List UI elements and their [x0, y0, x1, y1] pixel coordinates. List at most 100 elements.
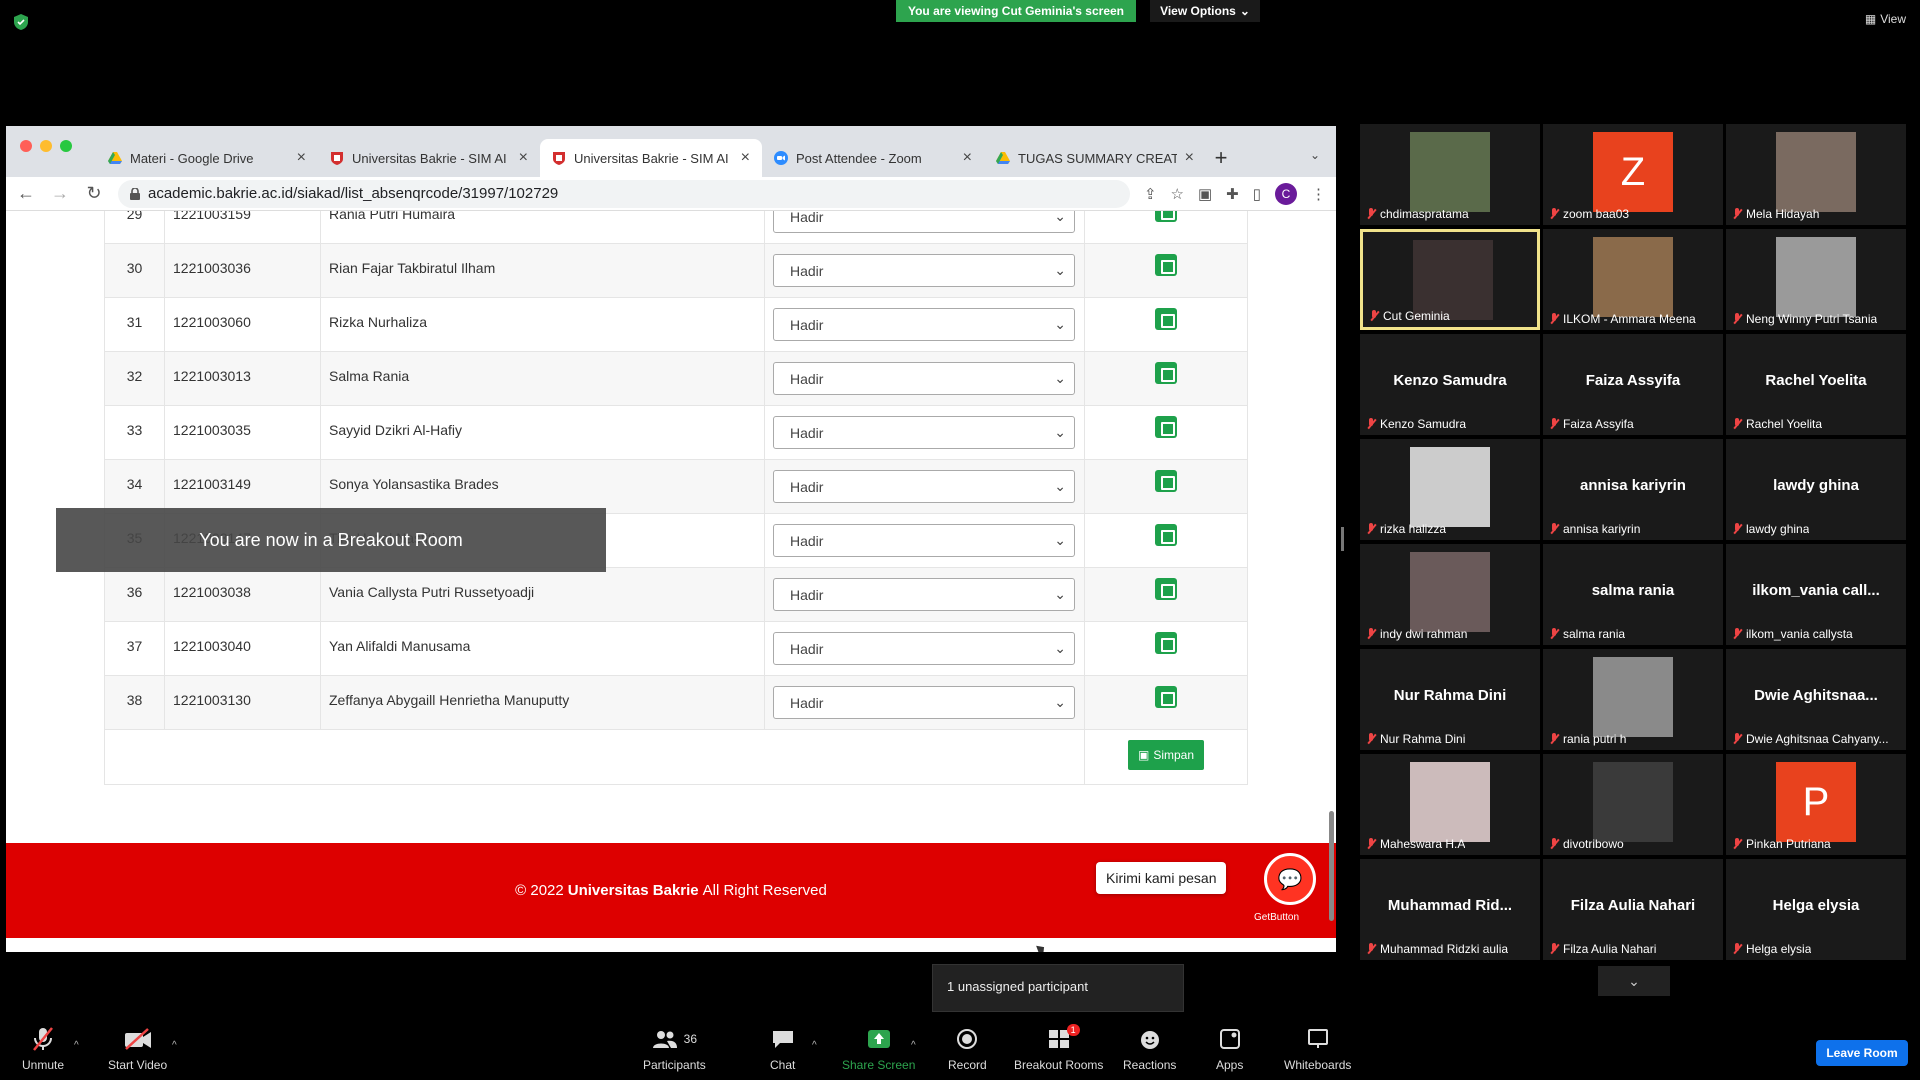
tab-tugas-summary[interactable]: TUGAS SUMMARY CREATI × — [984, 139, 1206, 177]
audio-options-caret-icon[interactable]: ^ — [74, 1040, 79, 1051]
maximize-window-button[interactable] — [60, 140, 72, 152]
participants-button[interactable]: 36 Participants — [643, 1026, 706, 1072]
attendance-status-select[interactable]: Hadir ⌄ — [773, 470, 1075, 503]
tab-search-chevron-icon[interactable]: ⌄ — [1310, 148, 1320, 162]
attendance-status-select[interactable]: Hadir ⌄ — [773, 416, 1075, 449]
chat-button[interactable]: Chat — [770, 1026, 795, 1072]
back-arrow-icon[interactable]: ← — [16, 183, 36, 204]
url-field[interactable]: academic.bakrie.ac.id/siakad/list_absenq… — [118, 179, 1130, 208]
tab-post-attendee-zoom[interactable]: Post Attendee - Zoom × — [762, 139, 984, 177]
camera-icon[interactable]: ▣ — [1198, 185, 1212, 203]
chat-widget-button[interactable]: 💬 — [1264, 853, 1316, 905]
participant-tile[interactable]: salma rania salma rania — [1543, 544, 1723, 645]
attendance-status-select[interactable]: Hadir ⌄ — [773, 362, 1075, 395]
gallery-next-page-button[interactable]: ⌄ — [1598, 966, 1670, 996]
reload-icon[interactable]: ↻ — [84, 183, 104, 204]
chat-tooltip[interactable]: Kirimi kami pesan — [1096, 862, 1227, 894]
page-scrollbar[interactable] — [1329, 811, 1334, 921]
participant-tile[interactable]: Maheswara H.A — [1360, 754, 1540, 855]
participant-tile[interactable]: P Pinkan Putriana — [1726, 754, 1906, 855]
participant-tile[interactable]: Dwie Aghitsnaa... Dwie Aghitsnaa Cahyany.… — [1726, 649, 1906, 750]
tab-google-drive[interactable]: Materi - Google Drive × — [96, 139, 318, 177]
share-options-caret-icon[interactable]: ^ — [911, 1040, 916, 1051]
close-window-button[interactable] — [20, 140, 32, 152]
participant-name: ilkom_vania callysta — [1746, 627, 1853, 641]
participant-tile[interactable]: Nur Rahma Dini Nur Rahma Dini — [1360, 649, 1540, 750]
video-options-caret-icon[interactable]: ^ — [172, 1040, 177, 1051]
tab-sim-bakrie-active[interactable]: Universitas Bakrie - SIM AI × — [540, 139, 762, 177]
start-video-button[interactable]: Start Video — [108, 1026, 167, 1072]
share-icon[interactable]: ⇪ — [1144, 185, 1157, 203]
attendance-status-select[interactable]: Hadir ⌄ — [773, 308, 1075, 341]
tab-sim-bakrie-1[interactable]: Universitas Bakrie - SIM AI × — [318, 139, 540, 177]
participant-tile[interactable]: Filza Aulia Nahari Filza Aulia Nahari — [1543, 859, 1723, 960]
save-row-icon[interactable] — [1155, 254, 1177, 276]
participant-tile[interactable]: Faiza Assyifa Faiza Assyifa — [1543, 334, 1723, 435]
participant-tile[interactable]: lawdy ghina lawdy ghina — [1726, 439, 1906, 540]
participant-name-tag: Nur Rahma Dini — [1366, 732, 1465, 746]
view-button[interactable]: ▦ View — [1865, 12, 1906, 26]
close-icon[interactable]: × — [1185, 149, 1194, 167]
participant-tile[interactable]: Zzoom baa03 — [1543, 124, 1723, 225]
profile-avatar[interactable]: C — [1275, 182, 1297, 205]
kebab-menu-icon[interactable]: ⋮ — [1311, 185, 1326, 203]
participant-tile[interactable]: chdimaspratama — [1360, 124, 1540, 225]
chat-options-caret-icon[interactable]: ^ — [812, 1040, 817, 1051]
security-shield-icon[interactable] — [14, 14, 28, 30]
share-screen-button[interactable]: Share Screen — [842, 1026, 915, 1072]
split-divider-handle[interactable] — [1341, 527, 1344, 551]
minimize-window-button[interactable] — [40, 140, 52, 152]
save-row-icon[interactable] — [1155, 470, 1177, 492]
save-row-icon[interactable] — [1155, 308, 1177, 330]
attendance-status-select[interactable]: Hadir ⌄ — [773, 524, 1075, 557]
row-action-cell — [1084, 297, 1248, 352]
puzzle-icon[interactable]: ✚ — [1226, 185, 1239, 203]
participant-tile[interactable]: indy dwi rahman — [1360, 544, 1540, 645]
participant-tile[interactable]: rizka halizza — [1360, 439, 1540, 540]
star-icon[interactable]: ☆ — [1171, 185, 1184, 203]
new-tab-button[interactable]: + — [1206, 139, 1236, 177]
participant-tile[interactable]: Rachel Yoelita Rachel Yoelita — [1726, 334, 1906, 435]
participant-tile[interactable]: Mela Hidayah — [1726, 124, 1906, 225]
getbutton-credit[interactable]: GetButton — [1254, 912, 1299, 923]
unmute-button[interactable]: Unmute — [22, 1026, 64, 1072]
close-icon[interactable]: × — [297, 149, 306, 167]
participant-tile[interactable]: Kenzo Samudra Kenzo Samudra — [1360, 334, 1540, 435]
attendance-status-select[interactable]: Hadir ⌄ — [773, 254, 1075, 287]
participant-name-tag: rizka halizza — [1366, 522, 1446, 536]
save-row-icon[interactable] — [1155, 524, 1177, 546]
apps-button[interactable]: Apps — [1216, 1026, 1243, 1072]
sidepanel-icon[interactable]: ▯ — [1253, 185, 1261, 203]
record-button[interactable]: Record — [948, 1026, 987, 1072]
leave-room-button[interactable]: Leave Room — [1816, 1040, 1908, 1066]
save-row-icon[interactable] — [1155, 686, 1177, 708]
participant-tile[interactable]: Neng Winny Putri Tsania — [1726, 229, 1906, 330]
participant-tile[interactable]: divotribowo — [1543, 754, 1723, 855]
reactions-button[interactable]: Reactions — [1123, 1026, 1176, 1072]
participant-tile[interactable]: annisa kariyrin annisa kariyrin — [1543, 439, 1723, 540]
participant-tile[interactable]: ILKOM - Ammara Meena — [1543, 229, 1723, 330]
participant-tile[interactable]: Cut Geminia — [1360, 229, 1540, 330]
simpan-button[interactable]: ▣ Simpan — [1127, 740, 1205, 770]
participant-tile[interactable]: rania putri h — [1543, 649, 1723, 750]
close-icon[interactable]: × — [741, 149, 750, 167]
attendance-status-select[interactable]: Hadir ⌄ — [773, 686, 1075, 719]
forward-arrow-icon[interactable]: → — [50, 183, 70, 204]
save-row-icon[interactable] — [1155, 632, 1177, 654]
breakout-rooms-button[interactable]: 1 Breakout Rooms — [1014, 1024, 1103, 1072]
whiteboards-button[interactable]: Whiteboards — [1284, 1026, 1351, 1072]
close-icon[interactable]: × — [963, 149, 972, 167]
save-row-icon[interactable] — [1155, 416, 1177, 438]
save-row-icon[interactable] — [1155, 362, 1177, 384]
participant-tile[interactable]: Muhammad Rid... Muhammad Ridzki aulia — [1360, 859, 1540, 960]
footer-brand[interactable]: Universitas Bakrie — [568, 882, 699, 899]
save-row-icon[interactable] — [1155, 578, 1177, 600]
view-options-button[interactable]: View Options ⌄ — [1150, 0, 1260, 22]
attendance-status-select[interactable]: Hadir ⌄ — [773, 632, 1075, 665]
save-row-icon[interactable] — [1155, 211, 1177, 222]
close-icon[interactable]: × — [519, 149, 528, 167]
attendance-status-select[interactable]: Hadir ⌄ — [773, 211, 1075, 233]
participant-tile[interactable]: Helga elysia Helga elysia — [1726, 859, 1906, 960]
attendance-status-select[interactable]: Hadir ⌄ — [773, 578, 1075, 611]
participant-tile[interactable]: ilkom_vania call... ilkom_vania callysta — [1726, 544, 1906, 645]
